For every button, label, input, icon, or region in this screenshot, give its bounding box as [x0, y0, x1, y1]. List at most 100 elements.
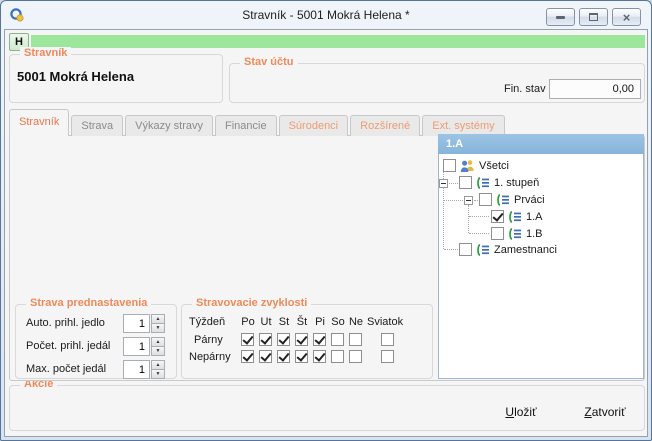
tree-collapse-icon[interactable] [439, 179, 448, 188]
tab-strava[interactable]: Strava [71, 115, 123, 136]
stravovacie-zvyklosti-legend: Stravovacie zvyklosti [192, 297, 311, 309]
sviatok-header: Sviatok [367, 316, 403, 328]
tab-stravnik[interactable]: Stravník [9, 109, 69, 136]
parny-label: Párny [194, 334, 223, 346]
parny-pi-checkbox[interactable] [313, 333, 326, 346]
save-button[interactable]: Uložiť [493, 401, 549, 423]
close-dialog-button[interactable]: Zatvoriť [573, 401, 637, 423]
parny-sviatok-checkbox[interactable] [381, 333, 394, 346]
tree-connector [468, 205, 469, 233]
max-pocet-jedal-spinner[interactable]: 1 ▲▼ [123, 360, 165, 379]
tree-checkbox[interactable] [491, 227, 504, 240]
users-icon [460, 159, 475, 172]
tyzden-label: Týždeň [189, 316, 225, 328]
neparny-po-checkbox[interactable] [241, 350, 254, 363]
pocet-prihl-jedal-spinner[interactable]: 1 ▲▼ [123, 337, 165, 356]
tree-connector [469, 233, 489, 234]
auto-prihl-jedlo-spinner[interactable]: 1 ▲▼ [123, 314, 165, 333]
tree-item-1b[interactable]: 1.B [491, 226, 543, 241]
parny-st-checkbox[interactable] [277, 333, 290, 346]
tree-collapse-icon[interactable] [464, 196, 473, 205]
parny-st2-checkbox[interactable] [295, 333, 308, 346]
maximize-icon [589, 13, 598, 21]
tree-item-label[interactable]: Prváci [514, 194, 545, 206]
tab-vykazy-stravy[interactable]: Výkazy stravy [125, 115, 213, 136]
maximize-button[interactable] [579, 8, 608, 26]
auto-prihl-jedlo-value: 1 [123, 314, 150, 333]
tree-connector [444, 249, 458, 250]
titlebar: Stravník - 5001 Mokrá Helena * [1, 1, 651, 29]
strava-prednastavenia-legend: Strava prednastavenia [26, 297, 151, 309]
tab-rozsirene[interactable]: Rozšírené [350, 115, 420, 136]
tree-checkbox[interactable] [459, 176, 472, 189]
tree-item-prvaci[interactable]: Prváci [479, 192, 545, 207]
spin-down-button[interactable]: ▼ [151, 346, 165, 356]
save-button-accesskey: U [505, 405, 514, 419]
neparny-ut-checkbox[interactable] [259, 350, 272, 363]
tree-item-label[interactable]: 1.A [526, 211, 543, 223]
tree-checkbox[interactable] [479, 193, 492, 206]
app-window: Stravník - 5001 Mokrá Helena * H Stravní… [0, 0, 652, 441]
tree-connector [449, 183, 458, 184]
tree-item-zamestnanci[interactable]: Zamestnanci [459, 242, 557, 257]
minimize-button[interactable] [546, 8, 575, 26]
max-pocet-jedal-label: Max. počet jedál [26, 363, 106, 375]
day-header-pi: Pi [311, 316, 329, 328]
tab-surodenci[interactable]: Súrodenci [279, 115, 349, 136]
tree-panel-header: 1.A [438, 134, 644, 154]
tree-connector [469, 216, 489, 217]
fin-stav-value: 0,00 [549, 79, 641, 99]
spin-down-button[interactable]: ▼ [151, 323, 165, 333]
neparny-st-checkbox[interactable] [277, 350, 290, 363]
tree-item-1-stupen[interactable]: 1. stupeň [459, 175, 539, 190]
tree-item-label[interactable]: 1.B [526, 228, 543, 240]
group-icon [508, 228, 522, 240]
person-name: 5001 Mokrá Helena [17, 69, 134, 84]
tree-checkbox[interactable] [491, 210, 504, 223]
neparny-st2-checkbox[interactable] [295, 350, 308, 363]
group-icon [476, 177, 490, 189]
tab-financie[interactable]: Financie [215, 115, 277, 136]
group-icon [496, 194, 510, 206]
group-icon [508, 211, 522, 223]
stav-uctu-legend: Stav účtu [240, 56, 298, 68]
neparny-pi-checkbox[interactable] [313, 350, 326, 363]
tree-item-label[interactable]: 1. stupeň [494, 177, 539, 189]
close-button-label: atvoriť [592, 405, 626, 419]
tab-bar: Stravník Strava Výkazy stravy Financie S… [9, 109, 507, 136]
tree-connector [444, 200, 463, 201]
tree-connector [474, 200, 478, 201]
tree-item-1a[interactable]: 1.A [491, 209, 543, 224]
parny-so-checkbox[interactable] [331, 333, 344, 346]
parny-po-checkbox[interactable] [241, 333, 254, 346]
tree-checkbox[interactable] [443, 159, 456, 172]
neparny-label: Nepárny [189, 351, 231, 363]
tree-item-label[interactable]: Všetci [479, 160, 509, 172]
tab-ext-systemy[interactable]: Ext. systémy [422, 115, 504, 136]
tree-checkbox[interactable] [459, 243, 472, 256]
day-header-so: So [329, 316, 347, 328]
day-header-po: Po [239, 316, 257, 328]
auto-prihl-jedlo-label: Auto. prihl. jedlo [26, 317, 105, 329]
stravnik-legend: Stravník [20, 47, 71, 59]
parny-ne-checkbox[interactable] [349, 333, 362, 346]
tree-item-label[interactable]: Zamestnanci [494, 244, 557, 256]
neparny-so-checkbox[interactable] [331, 350, 344, 363]
close-button-accesskey: Z [584, 405, 591, 419]
status-green-bar [31, 35, 645, 48]
pocet-prihl-jedal-label: Počet. prihl. jedál [26, 340, 110, 352]
day-header-st: St [275, 316, 293, 328]
group-icon [476, 244, 490, 256]
spin-down-button[interactable]: ▼ [151, 369, 165, 379]
minimize-icon [556, 16, 565, 19]
pocet-prihl-jedal-value: 1 [123, 337, 150, 356]
parny-ut-checkbox[interactable] [259, 333, 272, 346]
neparny-ne-checkbox[interactable] [349, 350, 362, 363]
day-header-ne: Ne [347, 316, 365, 328]
fin-stav-label: Fin. stav [504, 83, 546, 95]
save-button-label: ložiť [514, 405, 537, 419]
tree-item-vsetci[interactable]: Všetci [443, 158, 509, 173]
day-header-ut: Ut [257, 316, 275, 328]
close-button[interactable] [612, 8, 641, 26]
neparny-sviatok-checkbox[interactable] [381, 350, 394, 363]
